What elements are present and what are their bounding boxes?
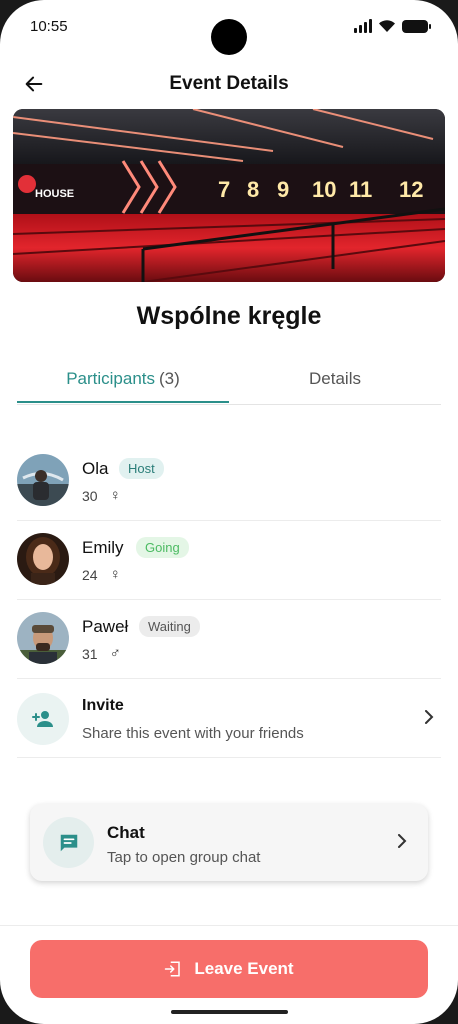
invite-row[interactable]: Invite Share this event with your friend…: [17, 679, 441, 758]
female-icon: ♀: [109, 566, 121, 583]
status-bar: 10:55: [0, 0, 458, 56]
participant-name: Ola: [82, 459, 109, 478]
leave-event-button[interactable]: Leave Event: [30, 940, 428, 998]
phone-screen: 10:55 Event Details HOUSE 7 8 9 10 11 12…: [0, 0, 458, 1024]
wifi-icon: [379, 20, 395, 32]
participant-age: 31: [82, 645, 98, 662]
bottom-divider: [0, 925, 458, 926]
going-badge: Going: [136, 537, 189, 558]
avatar: [17, 454, 69, 506]
lane-number: 12: [399, 177, 423, 202]
chevron-right-icon: [398, 834, 407, 848]
participant-meta: 31 ♂: [82, 645, 121, 662]
chat-card[interactable]: Chat Tap to open group chat: [30, 804, 428, 881]
lane-number: 7: [218, 177, 230, 202]
event-banner-image: HOUSE 7 8 9 10 11 12: [13, 109, 445, 282]
lane-number: 10: [312, 177, 336, 202]
banner-sign-text: HOUSE: [35, 188, 74, 200]
participant-meta: 30 ♀: [82, 487, 121, 504]
leave-event-label: Leave Event: [194, 959, 294, 978]
header: Event Details: [0, 62, 458, 106]
male-icon: ♂: [109, 645, 121, 662]
chat-subtitle: Tap to open group chat: [107, 849, 261, 866]
home-indicator: [171, 1010, 288, 1014]
waiting-badge: Waiting: [139, 616, 200, 637]
participant-name: Emily: [82, 538, 124, 557]
participant-meta: 24 ♀: [82, 566, 121, 583]
participants-count: (3): [159, 369, 180, 388]
tab-details[interactable]: Details: [229, 356, 441, 402]
participant-row[interactable]: Emily Going 24 ♀: [17, 521, 441, 600]
chevron-right-icon: [425, 710, 434, 724]
status-icons: [354, 19, 431, 33]
lane-number: 11: [349, 177, 372, 202]
invite-title: Invite: [82, 697, 124, 714]
host-badge: Host: [119, 458, 164, 479]
participant-row[interactable]: Paweł Waiting 31 ♂: [17, 600, 441, 679]
lane-number: 9: [277, 177, 289, 202]
tab-participants-label: Participants: [66, 369, 156, 388]
battery-icon: [402, 19, 431, 33]
participant-age: 24: [82, 566, 98, 583]
chat-title: Chat: [107, 823, 145, 842]
signal-icon: [354, 19, 372, 33]
chat-icon: [43, 817, 94, 868]
exit-icon: [165, 961, 181, 977]
bowling-pin-icon: [18, 175, 36, 193]
tab-bar: Participants (3) Details: [17, 356, 441, 405]
participants-list: Ola Host 30 ♀ Emily Going 24 ♀ Paweł Wai…: [17, 442, 441, 758]
avatar: [17, 612, 69, 664]
participant-row[interactable]: Ola Host 30 ♀: [17, 442, 441, 521]
person-add-icon: [17, 693, 69, 745]
lane-number: 8: [247, 177, 259, 202]
participant-name: Paweł: [82, 617, 129, 636]
front-camera: [211, 19, 247, 55]
status-time: 10:55: [30, 18, 68, 35]
participant-age: 30: [82, 487, 98, 504]
female-icon: ♀: [109, 487, 121, 504]
event-title: Wspólne kręgle: [136, 302, 322, 330]
tab-participants[interactable]: Participants (3): [17, 356, 229, 403]
invite-subtitle: Share this event with your friends: [82, 725, 304, 742]
tab-details-label: Details: [309, 369, 361, 388]
page-title: Event Details: [169, 73, 289, 94]
avatar: [17, 533, 69, 585]
